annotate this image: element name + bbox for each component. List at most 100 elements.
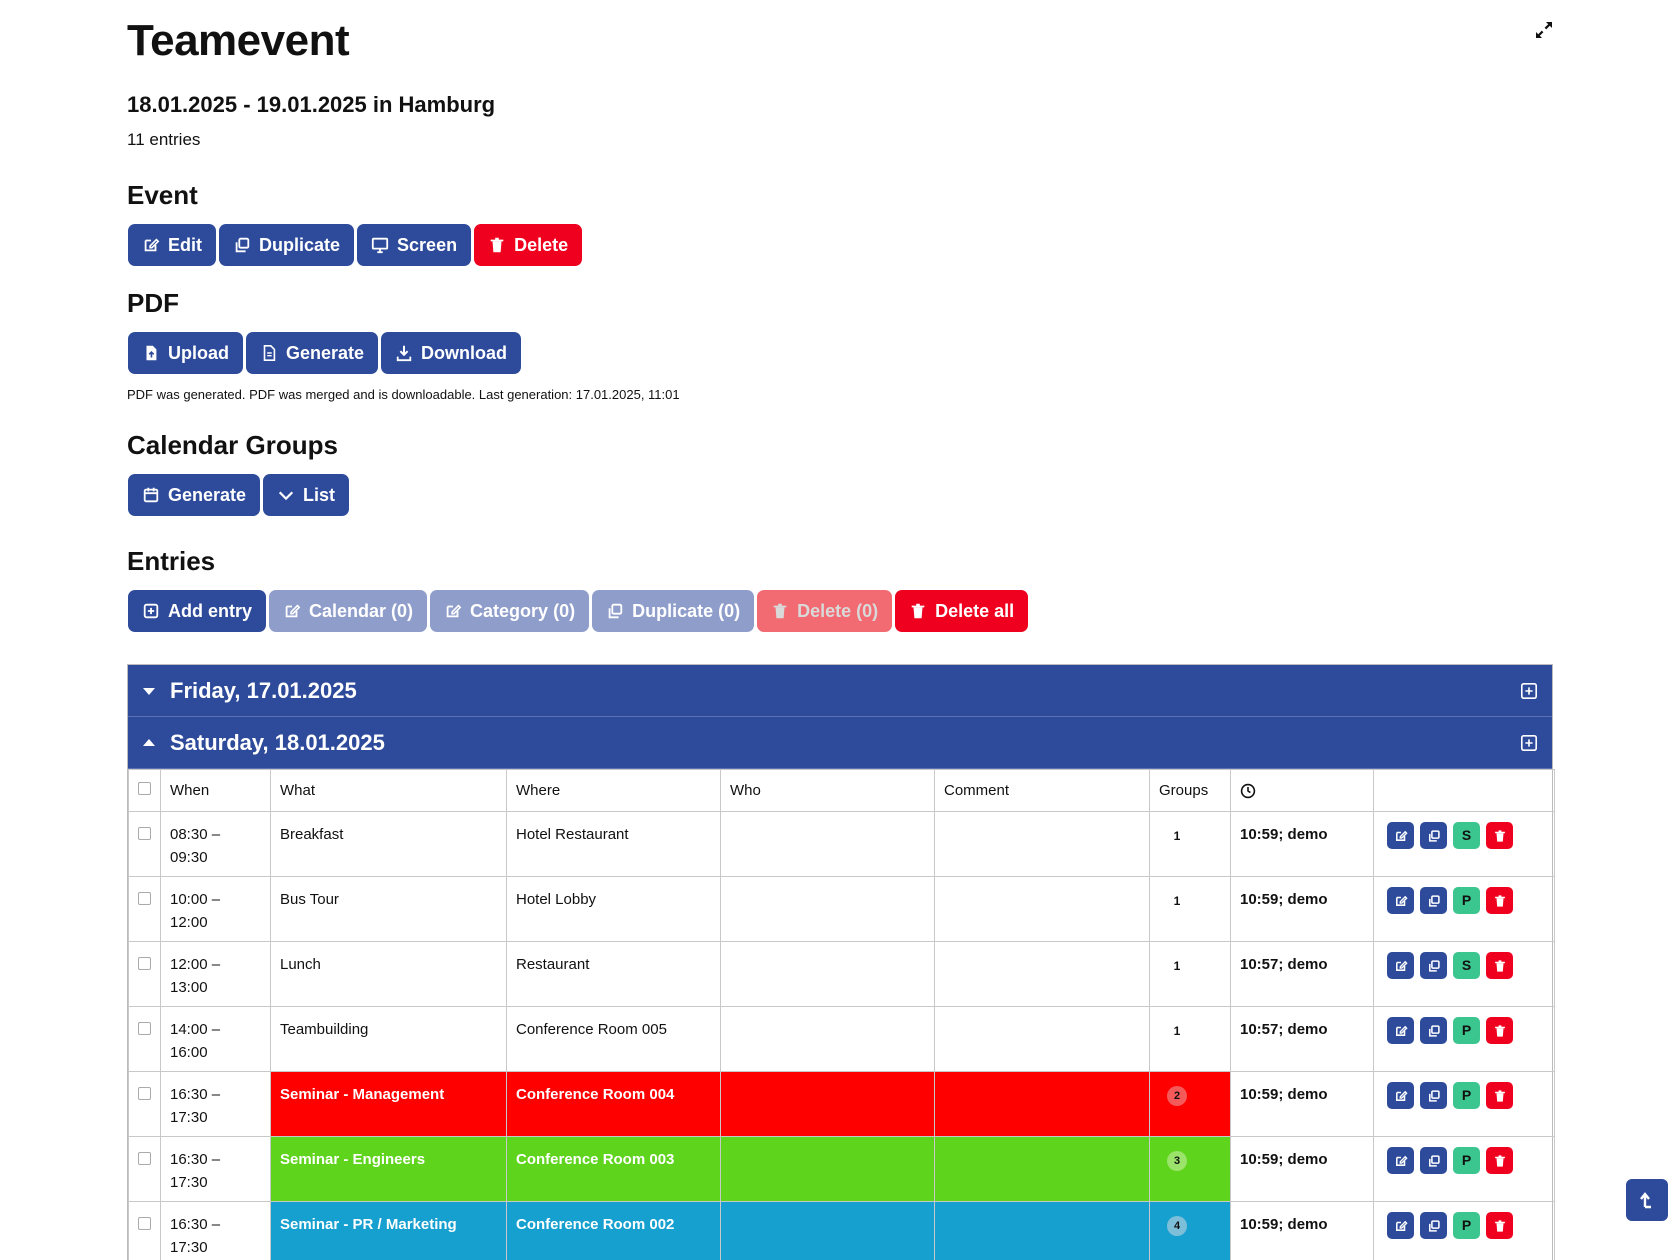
groups-value: 1 — [1173, 894, 1181, 908]
fullscreen-icon[interactable] — [1532, 18, 1556, 42]
delete-entry-button[interactable] — [1486, 1147, 1513, 1174]
entry-toggle-button[interactable]: P — [1453, 1082, 1480, 1109]
entry-toggle-button[interactable]: P — [1453, 887, 1480, 914]
add-entry-button[interactable]: Add entry — [128, 590, 267, 632]
delete-entry-button[interactable] — [1486, 887, 1513, 914]
duplicate-entry-button[interactable] — [1420, 1147, 1447, 1174]
column-header-updated[interactable] — [1230, 769, 1374, 812]
edit-entry-button[interactable] — [1387, 1017, 1414, 1044]
plus-square-icon[interactable] — [1520, 734, 1538, 752]
edit-entry-button[interactable] — [1387, 1147, 1414, 1174]
duplicate-entry-button[interactable] — [1420, 887, 1447, 914]
table-row[interactable]: 16:30 – 17:30 Seminar - PR / Marketing Conf… — [128, 1201, 1555, 1260]
list-calendar-groups-button[interactable]: List — [263, 474, 350, 516]
duplicate-event-button[interactable]: Duplicate — [219, 224, 355, 266]
updated-cell: 10:57; demo — [1230, 941, 1374, 1007]
copy-icon — [608, 603, 623, 619]
entry-toggle-button[interactable]: P — [1453, 1212, 1480, 1239]
trash-icon — [773, 603, 787, 619]
generate-pdf-button[interactable]: Generate — [246, 332, 379, 374]
groups-value: 1 — [1173, 829, 1181, 843]
edit-entry-button[interactable] — [1387, 952, 1414, 979]
when-cell: 16:30 – 17:30 — [160, 1071, 271, 1137]
row-select-cell — [128, 1136, 161, 1202]
edit-event-button[interactable]: Edit — [128, 224, 216, 266]
plus-square-icon[interactable] — [1520, 682, 1538, 700]
bulk-delete-button[interactable]: Delete (0) — [757, 590, 893, 632]
row-checkbox[interactable] — [138, 1217, 151, 1230]
column-header-comment[interactable]: Comment — [934, 769, 1150, 812]
when-start: 16:30 – — [170, 1151, 221, 1168]
column-header-groups[interactable]: Groups — [1149, 769, 1231, 812]
day-accordion: Friday, 17.01.2025 Saturday, 18.01.2025 … — [127, 664, 1555, 1260]
when-start: 08:30 – — [170, 826, 221, 843]
groups-cell: 4 — [1149, 1201, 1231, 1260]
edit-icon — [446, 604, 462, 618]
column-header-when[interactable]: When — [160, 769, 271, 812]
edit-entry-button[interactable] — [1387, 1212, 1414, 1239]
table-row[interactable]: 12:00 – 13:00 Lunch Restaurant 1 10:57; demo S — [128, 941, 1555, 1007]
scroll-to-top-button[interactable] — [1626, 1179, 1668, 1221]
row-select-cell — [128, 1071, 161, 1137]
column-header-who[interactable]: Who — [720, 769, 935, 812]
day-header-friday[interactable]: Friday, 17.01.2025 — [128, 665, 1552, 717]
actions-cell: S — [1373, 811, 1555, 877]
actions-cell: S — [1373, 941, 1555, 1007]
duplicate-entry-button[interactable] — [1420, 822, 1447, 849]
delete-entry-button[interactable] — [1486, 1082, 1513, 1109]
edit-entry-button[interactable] — [1387, 822, 1414, 849]
table-row[interactable]: 08:30 – 09:30 Breakfast Hotel Restaurant 1 10… — [128, 811, 1555, 877]
duplicate-entry-button[interactable] — [1420, 1082, 1447, 1109]
entry-count: 11 entries — [127, 130, 201, 149]
entry-toggle-button[interactable]: P — [1453, 1017, 1480, 1044]
pdf-status-text: PDF was generated. PDF was merged and is… — [127, 387, 680, 402]
actions-cell: P — [1373, 876, 1555, 942]
duplicate-entry-button[interactable] — [1420, 1212, 1447, 1239]
bulk-calendar-button[interactable]: Calendar (0) — [269, 590, 428, 632]
duplicate-entry-button[interactable] — [1420, 1017, 1447, 1044]
delete-entry-button[interactable] — [1486, 952, 1513, 979]
where-cell: Conference Room 004 — [506, 1071, 721, 1137]
row-checkbox[interactable] — [138, 1022, 151, 1035]
groups-cell: 1 — [1149, 941, 1231, 1007]
edit-entry-button[interactable] — [1387, 887, 1414, 914]
delete-event-button[interactable]: Delete — [474, 224, 583, 266]
row-checkbox[interactable] — [138, 1152, 151, 1165]
generate-calendar-groups-button[interactable]: Generate — [128, 474, 261, 516]
column-header-what[interactable]: What — [270, 769, 507, 812]
bulk-category-button[interactable]: Category (0) — [430, 590, 590, 632]
when-cell: 16:30 – 17:30 — [160, 1136, 271, 1202]
table-row[interactable]: 16:30 – 17:30 Seminar - Management Conferen… — [128, 1071, 1555, 1137]
delete-all-button[interactable]: Delete all — [895, 590, 1029, 632]
entry-toggle-button[interactable]: S — [1453, 952, 1480, 979]
row-checkbox[interactable] — [138, 892, 151, 905]
duplicate-entry-button[interactable] — [1420, 952, 1447, 979]
when-end: 09:30 — [170, 849, 208, 866]
copy-icon — [1428, 894, 1440, 907]
table-row[interactable]: 14:00 – 16:00 Teambuilding Conference Room … — [128, 1006, 1555, 1072]
row-checkbox[interactable] — [138, 1087, 151, 1100]
edit-entry-button[interactable] — [1387, 1082, 1414, 1109]
row-checkbox[interactable] — [138, 827, 151, 840]
edit-icon — [1395, 1220, 1408, 1231]
bulk-duplicate-button[interactable]: Duplicate (0) — [592, 590, 755, 632]
day-header-saturday[interactable]: Saturday, 18.01.2025 — [128, 717, 1552, 769]
upload-pdf-button[interactable]: Upload — [128, 332, 243, 374]
updated-cell: 10:59; demo — [1230, 1071, 1374, 1137]
when-end: 16:00 — [170, 1044, 208, 1061]
select-all-cell — [128, 769, 161, 812]
select-all-checkbox[interactable] — [138, 782, 151, 795]
delete-entry-button[interactable] — [1486, 1212, 1513, 1239]
table-row[interactable]: 10:00 – 12:00 Bus Tour Hotel Lobby 1 10:59; d… — [128, 876, 1555, 942]
table-row[interactable]: 16:30 – 17:30 Seminar - Engineers Conferenc… — [128, 1136, 1555, 1202]
column-header-where[interactable]: Where — [506, 769, 721, 812]
screen-button[interactable]: Screen — [357, 224, 472, 266]
delete-entry-button[interactable] — [1486, 822, 1513, 849]
entry-toggle-button[interactable]: S — [1453, 822, 1480, 849]
when-end: 12:00 — [170, 914, 208, 931]
row-checkbox[interactable] — [138, 957, 151, 970]
download-pdf-button[interactable]: Download — [381, 332, 522, 374]
updated-cell: 10:59; demo — [1230, 1136, 1374, 1202]
entry-toggle-button[interactable]: P — [1453, 1147, 1480, 1174]
delete-entry-button[interactable] — [1486, 1017, 1513, 1044]
